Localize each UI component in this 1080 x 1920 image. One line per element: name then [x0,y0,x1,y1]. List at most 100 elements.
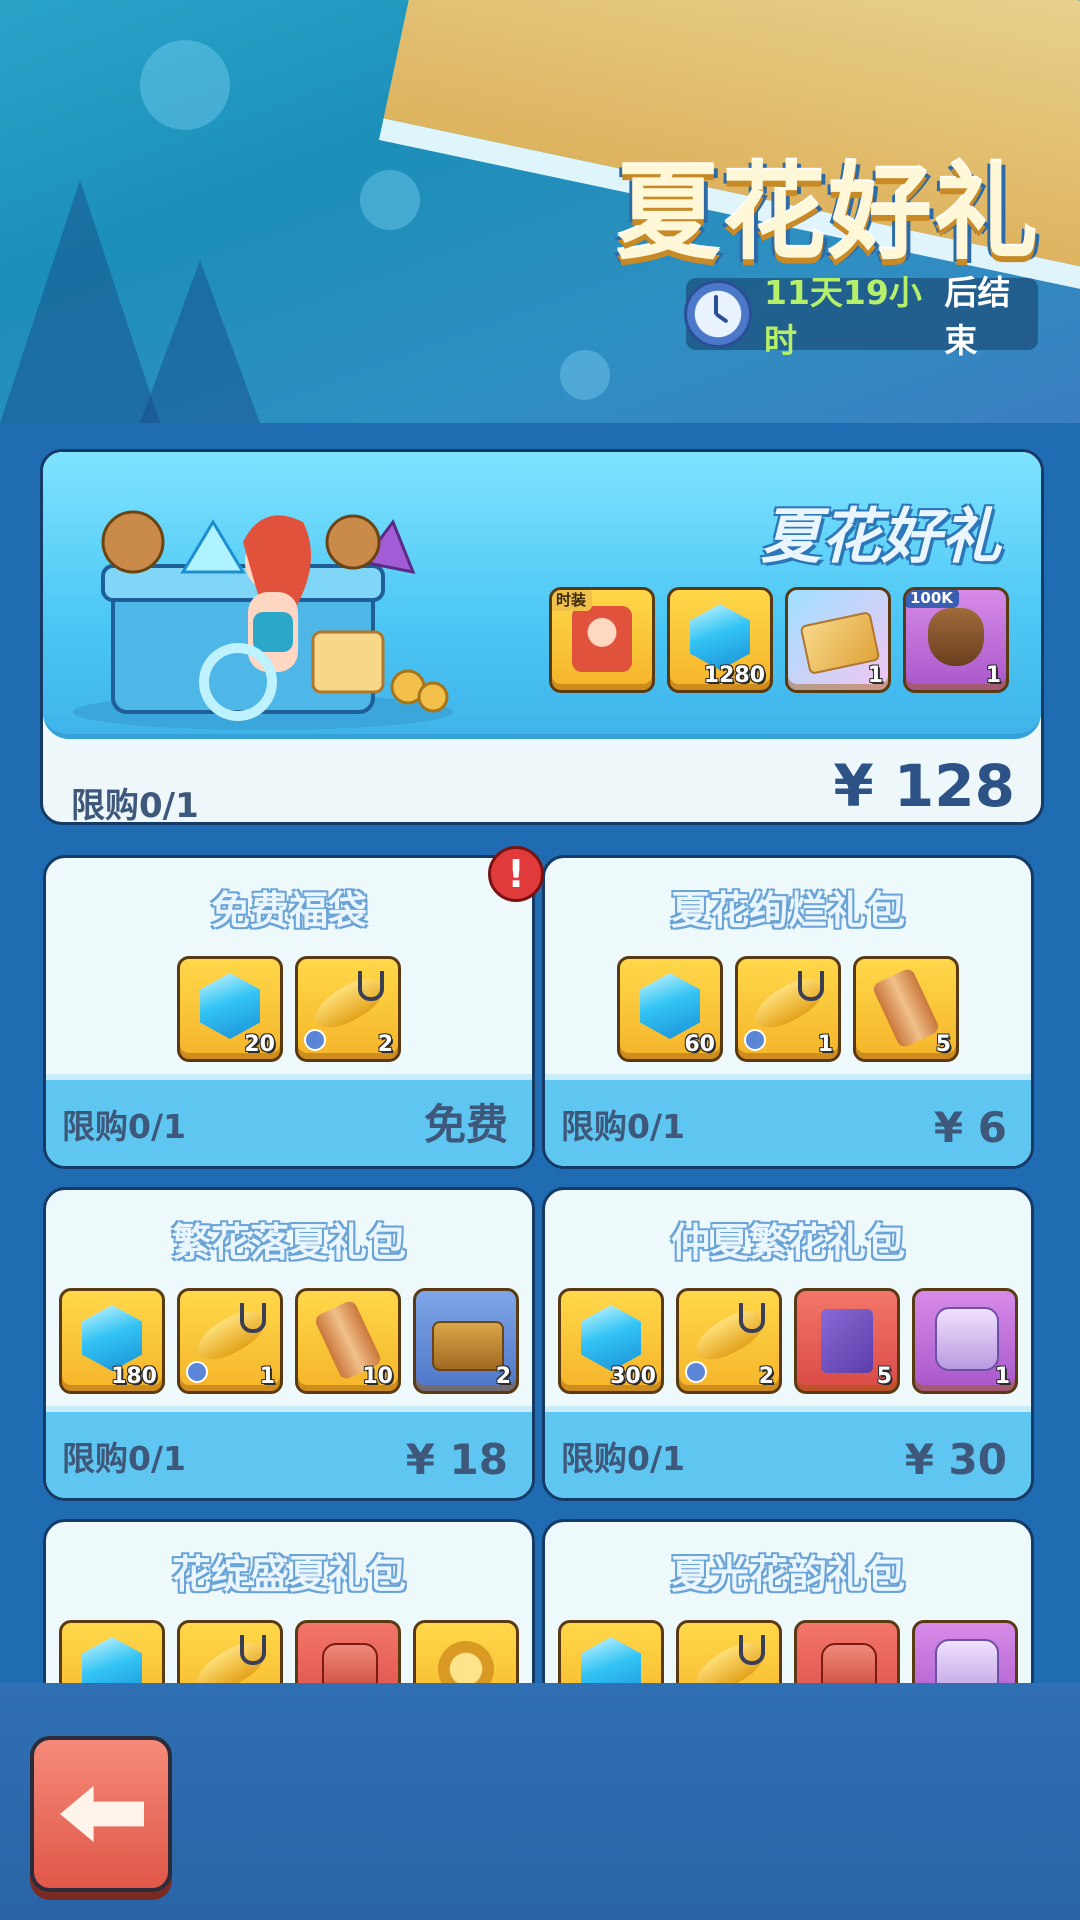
reward-item[interactable] [558,1620,664,1683]
reward-item[interactable] [676,1620,782,1683]
reward-item[interactable]: 1280 [667,587,773,693]
event-banner: 夏花好礼 11天19小时 后结束 [0,0,1080,423]
timer-suffix: 后结束 [944,273,1011,360]
item-quantity: 1 [994,1364,1010,1389]
reward-item[interactable] [295,1620,401,1683]
reward-item[interactable]: 60 [617,956,723,1062]
price-button[interactable]: ¥ 18 [406,1435,508,1484]
purchase-limit: 限购0/1 [62,1107,186,1146]
bubble-decoration [360,170,420,230]
reward-item[interactable] [177,1620,283,1683]
pack-title: 繁花落夏礼包 [171,1221,406,1266]
alert-badge-icon: ! [488,846,544,902]
item-quantity: 10 [362,1364,393,1389]
item-quantity: 180 [111,1364,157,1389]
reward-item[interactable]: 1 [785,587,891,693]
reward-item[interactable]: 180 [59,1288,165,1394]
item-quantity: 2 [758,1364,774,1389]
gem-icon [200,973,260,1039]
clock-icon [684,280,752,348]
spell-book-icon [821,1309,873,1373]
pack-title: 夏光花韵礼包 [670,1553,905,1598]
purchase-limit: 限购0/1 [62,1439,186,1478]
treasure-chest-icon [432,1321,504,1371]
reward-item[interactable]: 2 [295,956,401,1062]
pack-card[interactable]: 仲夏繁花礼包 300 2 5 1 限购0/1 ¥ 30 [542,1187,1034,1501]
pack-card[interactable]: 繁花落夏礼包 180 1 10 2 限购0/1 ¥ 18 [43,1187,535,1501]
reward-item[interactable] [59,1620,165,1683]
potion-icon [821,1643,877,1683]
reward-item[interactable]: 5 [794,1288,900,1394]
reward-item[interactable]: 20 [177,956,283,1062]
item-quantity: 300 [610,1364,656,1389]
pack-list[interactable]: 夏花好礼 时装 1280 1 100K 1 限购0/1 ¥ 128 免费福袋 2… [0,423,1080,1683]
event-timer: 11天19小时 后结束 [684,273,1038,360]
potion-icon [322,1643,378,1683]
reward-item[interactable]: 1 [735,956,841,1062]
coin-icon [438,1641,494,1683]
back-arrow-icon [60,1786,144,1842]
item-quantity: 2 [377,1032,393,1057]
pack-items: 300 2 5 1 [545,1288,1031,1394]
reward-item[interactable]: 2 [413,1288,519,1394]
pack-card[interactable]: 夏花绚烂礼包 60 1 5 限购0/1 ¥ 6 [542,855,1034,1169]
reward-item[interactable] [794,1620,900,1683]
price-button[interactable]: ¥ 6 [934,1103,1007,1152]
portrait-icon [572,606,632,672]
pack-card[interactable]: 花绽盛夏礼包 [43,1519,535,1683]
reward-item[interactable] [413,1620,519,1683]
hook-icon [358,971,384,1001]
reward-item[interactable]: 10 [295,1288,401,1394]
item-quantity: 1280 [703,663,765,688]
timer-badge-icon [186,1361,208,1383]
gem-icon [82,1637,142,1683]
gem-icon [581,1305,641,1371]
mask-icon [935,1639,999,1683]
purchase-limit: 限购0/1 [561,1107,685,1146]
item-tag: 100K [906,590,959,608]
reward-item[interactable]: 1 [912,1288,1018,1394]
back-button[interactable] [30,1736,172,1892]
item-quantity: 1 [985,663,1001,688]
bubble-decoration [560,350,610,400]
pack-items: 180 1 10 2 [46,1288,532,1394]
featured-pack-items: 时装 1280 1 100K 1 [549,587,1009,693]
hook-icon [240,1303,266,1333]
pack-card[interactable]: 夏光花韵礼包 [542,1519,1034,1683]
price-button[interactable]: ¥ 30 [905,1435,1007,1484]
price-button[interactable]: 免费 [424,1091,508,1152]
pack-title: 免费福袋 [210,889,367,934]
pack-items: 60 1 5 [545,956,1031,1062]
pack-items [46,1620,532,1683]
coin-bag-icon [928,608,984,666]
price-button[interactable]: ¥ 128 [833,752,1015,820]
gem-icon [640,973,700,1039]
reward-item[interactable]: 2 [676,1288,782,1394]
item-quantity: 20 [244,1032,275,1057]
gem-icon [581,1637,641,1683]
reward-item[interactable]: 时装 [549,587,655,693]
reward-item[interactable]: 300 [558,1288,664,1394]
item-quantity: 2 [495,1364,511,1389]
reward-item[interactable]: 5 [853,956,959,1062]
pack-items: 20 2 [46,956,532,1062]
timer-remaining: 11天19小时 [764,273,922,360]
pack-card-free[interactable]: 免费福袋 20 2 限购0/1 免费 [43,855,535,1169]
item-quantity: 1 [259,1364,275,1389]
item-quantity: 60 [684,1032,715,1057]
featured-pack-card[interactable]: 夏花好礼 时装 1280 1 100K 1 限购0/1 ¥ 128 [40,449,1044,825]
timer-badge-icon [304,1029,326,1051]
reward-item[interactable] [912,1620,1018,1683]
item-quantity: 5 [935,1032,951,1057]
item-quantity: 1 [867,663,883,688]
reward-item[interactable]: 100K 1 [903,587,1009,693]
seaweed-decoration [140,260,260,423]
pack-title: 仲夏繁花礼包 [670,1221,905,1266]
timer-badge-icon [744,1029,766,1051]
gem-icon [82,1305,142,1371]
treasure-chest-character-art [73,510,453,730]
reward-item[interactable]: 1 [177,1288,283,1394]
gem-icon [690,604,750,670]
hook-icon [240,1635,266,1665]
mask-icon [935,1307,999,1371]
